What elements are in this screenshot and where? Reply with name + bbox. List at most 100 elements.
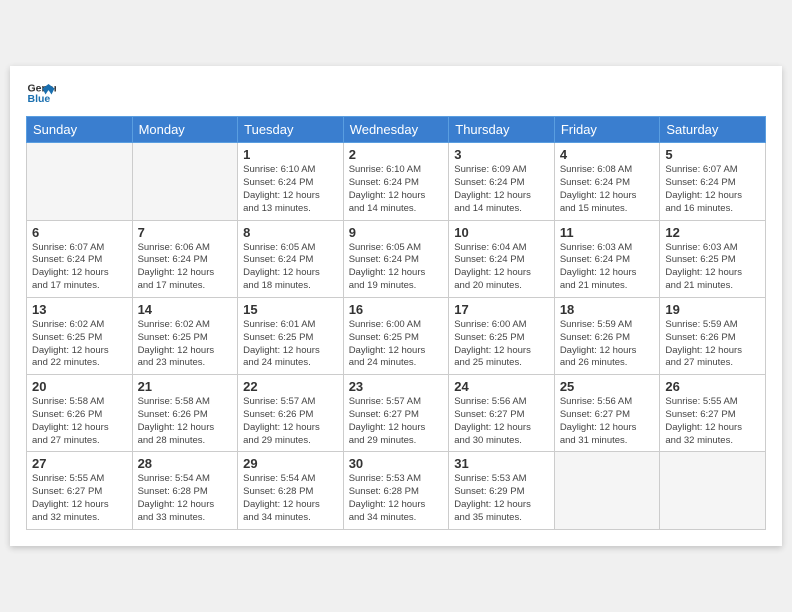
day-cell: 5Sunrise: 6:07 AM Sunset: 6:24 PM Daylig… [660,143,766,220]
day-cell: 23 Sunrise: 5:57 AM Sunset: 6:27 PM Dayli… [343,375,449,452]
day-info: Sunrise: 5:55 AM Sunset: 6:27 PM Dayligh… [32,473,127,524]
day-cell: 30 Sunrise: 5:53 AM Sunset: 6:28 PM Dayli… [343,452,449,529]
day-cell: 24 Sunrise: 5:56 AM Sunset: 6:27 PM Dayli… [449,375,555,452]
logo: General Blue [26,78,56,108]
day-number: 19 [665,302,760,317]
day-info: Sunrise: 6:00 AM Sunset: 6:25 PM Dayligh… [349,319,444,370]
day-info: Sunrise: 6:03 AM Sunset: 6:24 PM Dayligh… [560,242,655,293]
day-cell: 13 Sunrise: 6:02 AM Sunset: 6:25 PM Dayli… [27,297,133,374]
weekday-monday: Monday [132,117,238,143]
day-info: Sunrise: 5:57 AM Sunset: 6:26 PM Dayligh… [243,396,338,447]
day-cell: 9Sunrise: 6:05 AM Sunset: 6:24 PM Daylig… [343,220,449,297]
day-number: 27 [32,456,127,471]
day-info: Sunrise: 5:56 AM Sunset: 6:27 PM Dayligh… [454,396,549,447]
day-info: Sunrise: 6:00 AM Sunset: 6:25 PM Dayligh… [454,319,549,370]
day-number: 29 [243,456,338,471]
week-row-3: 13 Sunrise: 6:02 AM Sunset: 6:25 PM Dayli… [27,297,766,374]
day-number: 16 [349,302,444,317]
day-info: Sunrise: 6:05 AM Sunset: 6:24 PM Dayligh… [349,242,444,293]
day-number: 25 [560,379,655,394]
calendar-container: General Blue SundayMondayTuesdayWednesda… [10,66,782,545]
day-info: Sunrise: 5:53 AM Sunset: 6:28 PM Dayligh… [349,473,444,524]
day-info: Sunrise: 6:08 AM Sunset: 6:24 PM Dayligh… [560,164,655,215]
day-info: Sunrise: 5:53 AM Sunset: 6:29 PM Dayligh… [454,473,549,524]
day-number: 20 [32,379,127,394]
day-cell: 28 Sunrise: 5:54 AM Sunset: 6:28 PM Dayli… [132,452,238,529]
day-cell: 21 Sunrise: 5:58 AM Sunset: 6:26 PM Dayli… [132,375,238,452]
day-cell: 12 Sunrise: 6:03 AM Sunset: 6:25 PM Dayli… [660,220,766,297]
day-number: 23 [349,379,444,394]
day-info: Sunrise: 6:02 AM Sunset: 6:25 PM Dayligh… [138,319,233,370]
day-number: 22 [243,379,338,394]
day-cell: 10 Sunrise: 6:04 AM Sunset: 6:24 PM Dayli… [449,220,555,297]
day-number: 11 [560,225,655,240]
day-cell [660,452,766,529]
day-cell: 22 Sunrise: 5:57 AM Sunset: 6:26 PM Dayli… [238,375,344,452]
day-cell: 15 Sunrise: 6:01 AM Sunset: 6:25 PM Dayli… [238,297,344,374]
day-cell: 26Sunrise: 5:55 AM Sunset: 6:27 PM Dayli… [660,375,766,452]
day-info: Sunrise: 5:58 AM Sunset: 6:26 PM Dayligh… [32,396,127,447]
day-number: 21 [138,379,233,394]
week-row-2: 6 Sunrise: 6:07 AM Sunset: 6:24 PM Daylig… [27,220,766,297]
day-cell: 16 Sunrise: 6:00 AM Sunset: 6:25 PM Dayli… [343,297,449,374]
day-info: Sunrise: 6:07 AM Sunset: 6:24 PM Dayligh… [665,164,760,215]
week-row-4: 20 Sunrise: 5:58 AM Sunset: 6:26 PM Dayli… [27,375,766,452]
day-info: Sunrise: 5:59 AM Sunset: 6:26 PM Dayligh… [560,319,655,370]
day-number: 10 [454,225,549,240]
day-cell: 7 Sunrise: 6:06 AM Sunset: 6:24 PM Daylig… [132,220,238,297]
day-number: 26 [665,379,760,394]
day-number: 28 [138,456,233,471]
logo-icon: General Blue [26,78,56,108]
day-cell: 4Sunrise: 6:08 AM Sunset: 6:24 PM Daylig… [554,143,660,220]
weekday-tuesday: Tuesday [238,117,344,143]
day-cell: 19 Sunrise: 5:59 AM Sunset: 6:26 PM Dayli… [660,297,766,374]
day-number: 15 [243,302,338,317]
day-number: 6 [32,225,127,240]
day-number: 14 [138,302,233,317]
weekday-wednesday: Wednesday [343,117,449,143]
day-info: Sunrise: 6:10 AM Sunset: 6:24 PM Dayligh… [243,164,338,215]
day-info: Sunrise: 5:54 AM Sunset: 6:28 PM Dayligh… [243,473,338,524]
day-cell: 25 Sunrise: 5:56 AM Sunset: 6:27 PM Dayli… [554,375,660,452]
day-number: 17 [454,302,549,317]
day-cell: 27 Sunrise: 5:55 AM Sunset: 6:27 PM Dayli… [27,452,133,529]
weekday-saturday: Saturday [660,117,766,143]
day-info: Sunrise: 6:06 AM Sunset: 6:24 PM Dayligh… [138,242,233,293]
day-info: Sunrise: 6:04 AM Sunset: 6:24 PM Dayligh… [454,242,549,293]
day-cell [27,143,133,220]
day-number: 30 [349,456,444,471]
svg-text:Blue: Blue [28,93,51,105]
weekday-thursday: Thursday [449,117,555,143]
day-number: 13 [32,302,127,317]
day-cell: 3Sunrise: 6:09 AM Sunset: 6:24 PM Daylig… [449,143,555,220]
day-info: Sunrise: 6:01 AM Sunset: 6:25 PM Dayligh… [243,319,338,370]
week-row-5: 27 Sunrise: 5:55 AM Sunset: 6:27 PM Dayli… [27,452,766,529]
day-number: 3 [454,147,549,162]
day-number: 8 [243,225,338,240]
day-number: 24 [454,379,549,394]
day-number: 18 [560,302,655,317]
day-cell: 29 Sunrise: 5:54 AM Sunset: 6:28 PM Dayli… [238,452,344,529]
day-info: Sunrise: 6:03 AM Sunset: 6:25 PM Dayligh… [665,242,760,293]
calendar-body: 1 Sunrise: 6:10 AM Sunset: 6:24 PM Daylig… [27,143,766,529]
day-number: 12 [665,225,760,240]
day-info: Sunrise: 5:57 AM Sunset: 6:27 PM Dayligh… [349,396,444,447]
day-info: Sunrise: 5:56 AM Sunset: 6:27 PM Dayligh… [560,396,655,447]
day-cell: 18 Sunrise: 5:59 AM Sunset: 6:26 PM Dayli… [554,297,660,374]
day-number: 7 [138,225,233,240]
day-info: Sunrise: 6:07 AM Sunset: 6:24 PM Dayligh… [32,242,127,293]
day-cell: 14 Sunrise: 6:02 AM Sunset: 6:25 PM Dayli… [132,297,238,374]
day-info: Sunrise: 5:58 AM Sunset: 6:26 PM Dayligh… [138,396,233,447]
header: General Blue [26,78,766,108]
day-info: Sunrise: 5:59 AM Sunset: 6:26 PM Dayligh… [665,319,760,370]
weekday-sunday: Sunday [27,117,133,143]
day-cell: 1 Sunrise: 6:10 AM Sunset: 6:24 PM Daylig… [238,143,344,220]
day-number: 1 [243,147,338,162]
day-info: Sunrise: 6:02 AM Sunset: 6:25 PM Dayligh… [32,319,127,370]
weekday-friday: Friday [554,117,660,143]
calendar-table: SundayMondayTuesdayWednesdayThursdayFrid… [26,116,766,529]
day-cell: 6 Sunrise: 6:07 AM Sunset: 6:24 PM Daylig… [27,220,133,297]
day-info: Sunrise: 5:54 AM Sunset: 6:28 PM Dayligh… [138,473,233,524]
day-cell: 8Sunrise: 6:05 AM Sunset: 6:24 PM Daylig… [238,220,344,297]
day-cell: 2Sunrise: 6:10 AM Sunset: 6:24 PM Daylig… [343,143,449,220]
